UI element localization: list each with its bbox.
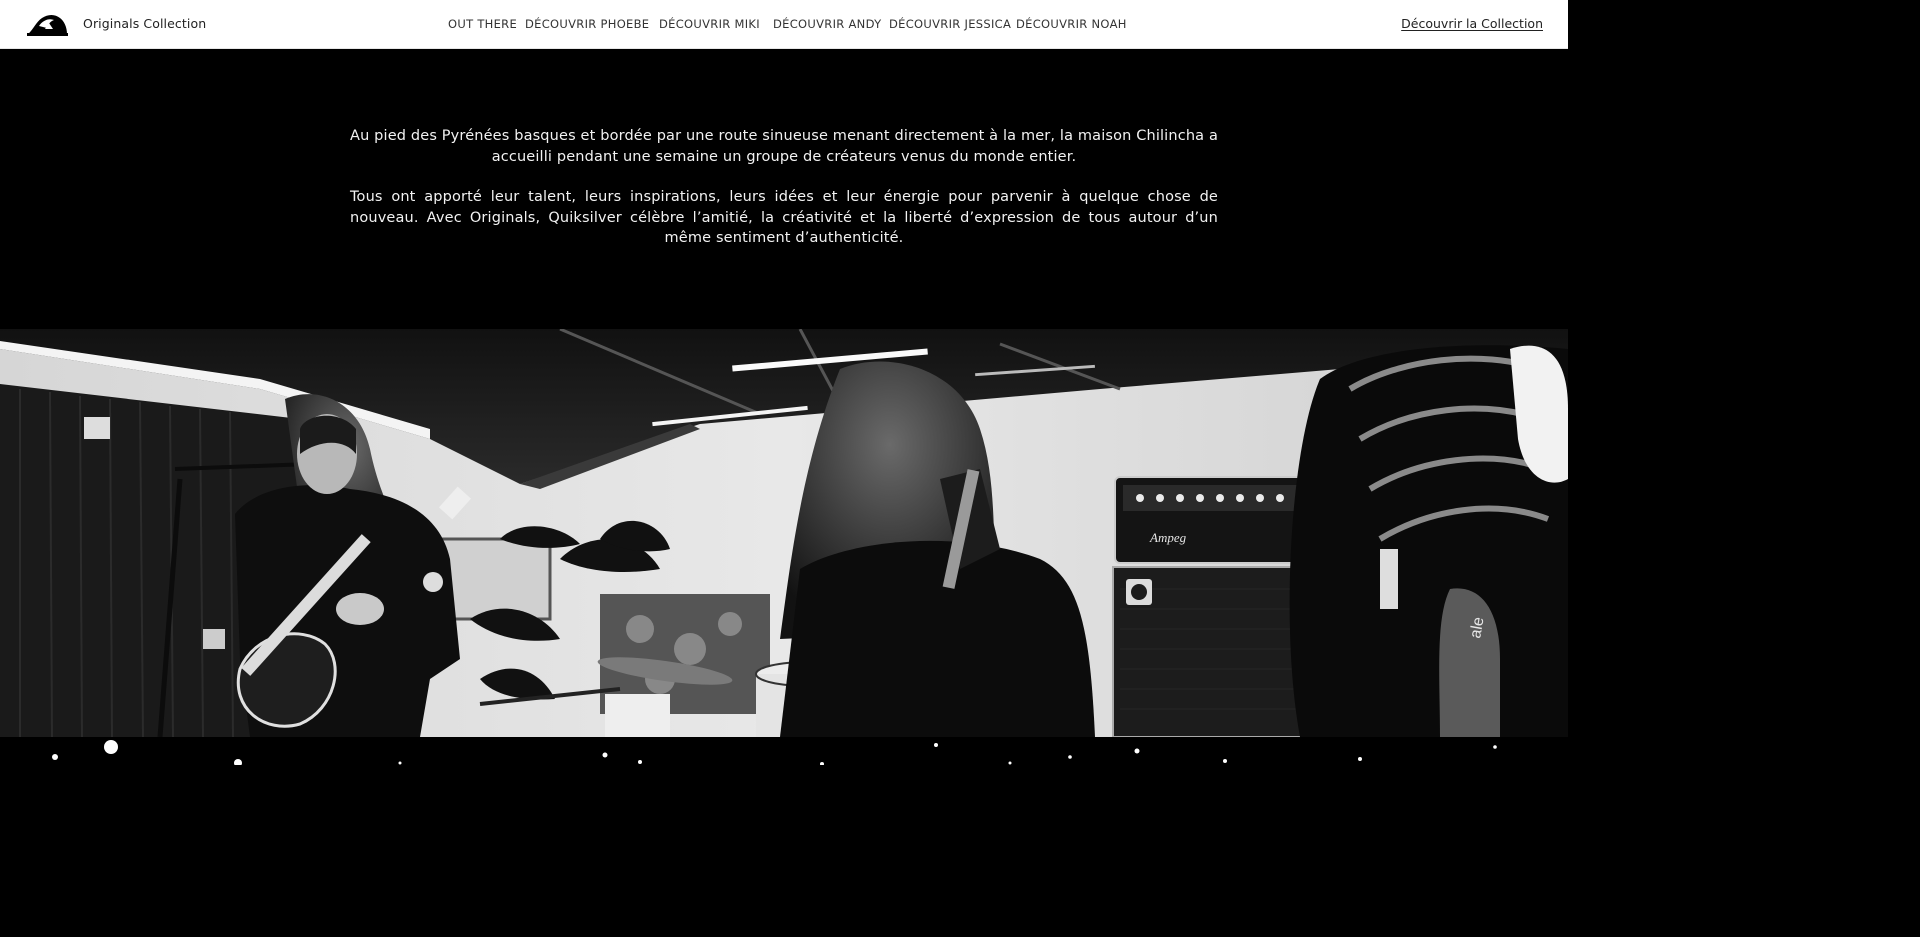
quiksilver-logo-icon[interactable]	[27, 12, 68, 36]
nav-item-phoebe[interactable]: DÉCOUVRIR PHOEBE	[525, 17, 649, 31]
nav-item-noah[interactable]: DÉCOUVRIR NOAH	[1016, 17, 1127, 31]
intro-paragraph: Au pied des Pyrénées basques et bordée p…	[350, 128, 1218, 165]
nav-item-jessica[interactable]: DÉCOUVRIR JESSICA	[889, 17, 1011, 31]
intro-paragraph: Tous ont apporté leur talent, leurs insp…	[350, 189, 1218, 246]
nav-item-out-there[interactable]: OUT THERE	[448, 17, 517, 31]
band-performance-photo: Ampeg ale	[0, 329, 1568, 737]
paint-splatter-icon	[52, 740, 1497, 767]
amp-brand-text: Ampeg	[1149, 530, 1187, 545]
intro-text: Au pied des Pyrénées basques et bordée p…	[350, 126, 1218, 269]
brand-label[interactable]: Originals Collection	[83, 16, 206, 31]
splatter-divider	[0, 737, 1568, 767]
intro-section: Au pied des Pyrénées basques et bordée p…	[0, 49, 1568, 329]
nav-item-miki[interactable]: DÉCOUVRIR MIKI	[659, 17, 760, 31]
discover-collection-link[interactable]: Découvrir la Collection	[1401, 16, 1543, 31]
nav-item-andy[interactable]: DÉCOUVRIR ANDY	[773, 17, 881, 31]
site-header: Originals Collection OUT THERE DÉCOUVRIR…	[0, 0, 1568, 49]
band-photo-illustration: Ampeg ale	[0, 329, 1568, 737]
